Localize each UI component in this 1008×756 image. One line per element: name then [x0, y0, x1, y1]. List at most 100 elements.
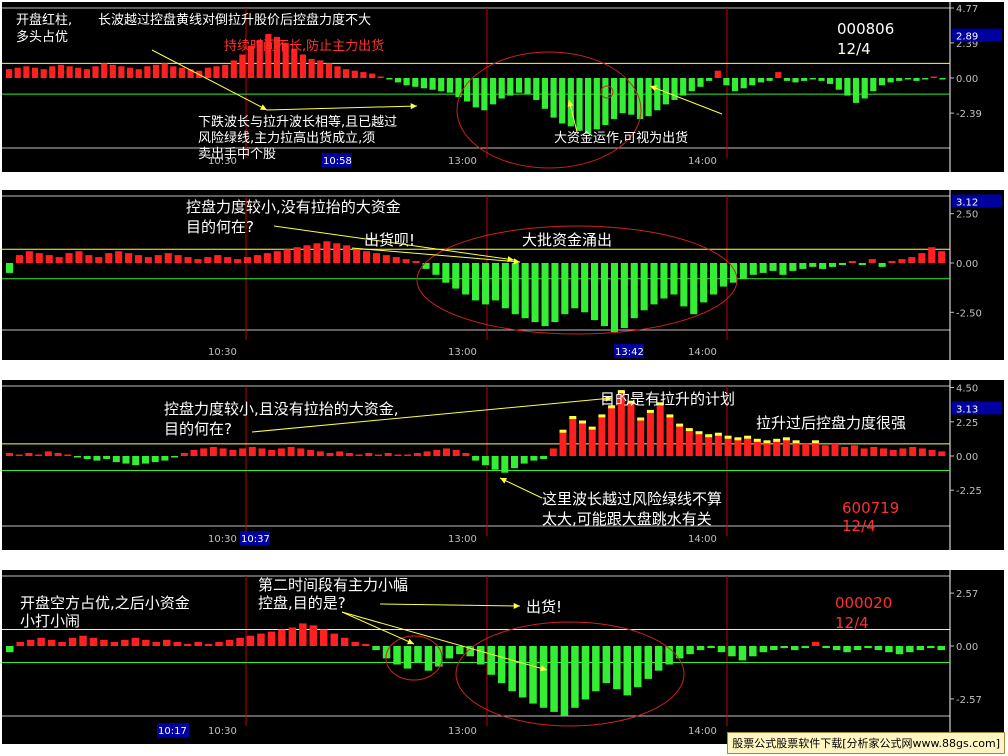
bar	[827, 78, 834, 84]
bar	[6, 69, 13, 78]
bar	[239, 448, 247, 456]
bar	[45, 255, 53, 263]
bar-cap	[666, 414, 674, 418]
y-highlight-label: 3.12	[956, 198, 978, 209]
bar	[908, 257, 916, 263]
bar	[307, 449, 315, 456]
annotation-text: 出货呗!	[364, 231, 415, 249]
bar	[101, 63, 108, 78]
bar	[14, 67, 21, 78]
bar	[928, 449, 936, 456]
bar-cap	[637, 417, 645, 421]
bar	[888, 261, 896, 263]
bar	[273, 251, 281, 263]
bar	[92, 66, 99, 78]
annotation-text: 第二时间段有主力小幅	[258, 576, 408, 594]
bar	[520, 456, 528, 464]
bar	[414, 646, 422, 663]
bar	[151, 456, 159, 463]
x-tick-label: 14:00	[688, 726, 717, 737]
bar	[602, 78, 609, 125]
bar	[326, 453, 334, 456]
bar	[783, 78, 790, 81]
bar	[194, 641, 202, 646]
bar	[293, 247, 301, 263]
bar	[501, 456, 509, 473]
annotation-text: 持续时间不长,防止主力出货	[224, 38, 384, 54]
bar	[423, 451, 431, 456]
bar	[316, 451, 324, 456]
bar	[15, 255, 23, 263]
bar	[330, 633, 338, 646]
annotation-text: 太大,可能跟大盘跳水有关	[542, 510, 712, 528]
bar	[613, 646, 621, 690]
chart-1-svg: 4.772.390.00-2.392.8910:30 13:00 14:0010:5…	[2, 2, 1002, 172]
bar	[812, 442, 819, 456]
bar	[472, 78, 479, 108]
bar	[705, 436, 713, 456]
chart-4-svg: 2.57 0.00 -2.57 10:30 13:00 14:00 10:17 开盘空方占优,…	[2, 570, 982, 744]
bar	[792, 78, 799, 83]
bar	[518, 646, 527, 698]
chart-panel-4: 2.57 0.00 -2.57 10:30 13:00 14:00 10:17 开盘空方占优,…	[2, 570, 1004, 744]
bar	[402, 259, 410, 263]
bar	[127, 67, 134, 78]
annotation-text: 目的何在?	[186, 218, 254, 236]
annotation-text: 拉升过后控盘力度很强	[756, 414, 906, 432]
arrow-head	[513, 602, 520, 609]
bar	[230, 60, 237, 78]
bar	[640, 263, 648, 311]
bar	[559, 431, 567, 456]
bar	[880, 448, 887, 456]
bar	[412, 78, 419, 87]
bar	[889, 449, 897, 456]
bar	[782, 439, 790, 456]
bar	[560, 646, 569, 716]
bar	[152, 64, 160, 78]
bar	[511, 263, 519, 315]
bar	[44, 451, 52, 456]
bar	[438, 78, 445, 92]
bar	[646, 411, 654, 456]
arrow-head	[410, 103, 417, 110]
bar	[524, 78, 531, 95]
bar-cap	[744, 435, 752, 439]
bar	[728, 646, 736, 657]
bar	[6, 263, 14, 273]
annotation-arrow	[341, 611, 415, 645]
bar	[144, 66, 151, 78]
bar	[780, 646, 788, 649]
bar	[246, 635, 255, 646]
bar	[144, 257, 152, 263]
bar	[183, 643, 192, 646]
watermark-banner: 股票公式股票软件下载[分析家公式网www.88gs.com]	[727, 732, 1005, 754]
bar	[916, 646, 925, 651]
y-tick-label: -2.25	[956, 486, 982, 497]
chart-date: 12/4	[837, 40, 871, 58]
bar	[549, 448, 557, 456]
bar	[757, 78, 765, 83]
bar	[775, 72, 782, 78]
bar	[58, 641, 66, 646]
bar	[706, 78, 713, 81]
bar	[23, 66, 30, 78]
bar	[323, 241, 331, 263]
bar	[49, 66, 56, 78]
bar	[152, 641, 160, 646]
y-tick-label: -2.50	[956, 308, 982, 319]
bar	[253, 255, 261, 263]
bar	[541, 263, 549, 327]
bar	[906, 646, 914, 653]
bar	[363, 251, 371, 263]
bar	[870, 78, 877, 92]
bar	[429, 78, 436, 90]
bar	[132, 456, 140, 466]
bar	[593, 78, 600, 130]
bar	[481, 78, 488, 111]
bar	[236, 637, 244, 646]
bar	[303, 245, 311, 263]
bar	[309, 625, 317, 646]
bar	[779, 263, 787, 275]
bar	[420, 78, 427, 89]
bar	[938, 451, 946, 456]
